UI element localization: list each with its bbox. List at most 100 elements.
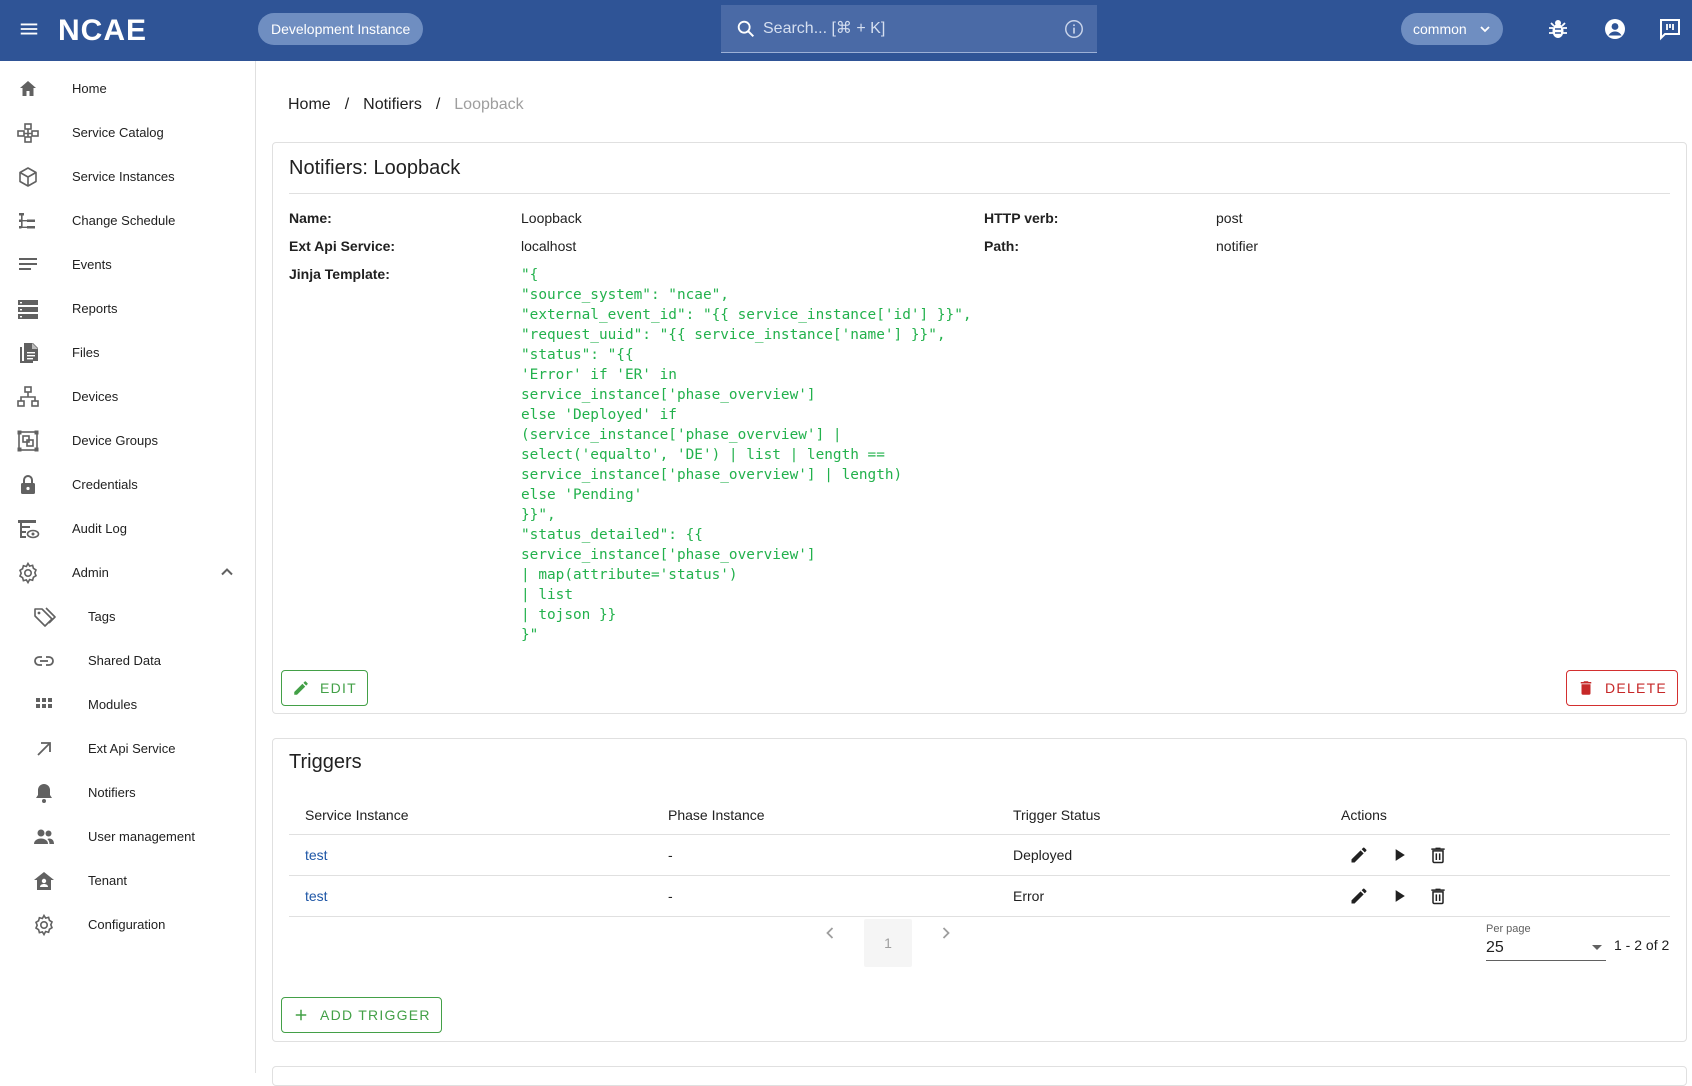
per-page-select[interactable]: 25 — [1486, 935, 1606, 961]
breadcrumb-current: Loopback — [454, 96, 524, 113]
sidebar-item-label: Events — [72, 257, 112, 272]
sidebar-item-change-schedule[interactable]: Change Schedule — [0, 199, 255, 243]
triggers-card: Triggers Service Instance Phase Instance… — [272, 738, 1687, 1042]
feedback-icon[interactable] — [1658, 17, 1682, 41]
column-header: Actions — [1341, 807, 1387, 823]
table-row: test - Error — [289, 876, 1670, 917]
trigger-status-cell: Deployed — [1013, 847, 1073, 863]
account-icon[interactable] — [1603, 17, 1627, 41]
sidebar-item-label: Devices — [72, 389, 119, 404]
sidebar-item-tenant[interactable]: Tenant — [0, 859, 255, 903]
column-header[interactable]: Trigger Status — [1013, 807, 1100, 823]
sidebar-item-ext-api-service[interactable]: Ext Api Service — [0, 727, 255, 771]
triggers-title: Triggers — [289, 751, 362, 773]
phase-instance-cell: - — [668, 847, 673, 863]
breadcrumb-notifiers[interactable]: Notifiers — [363, 96, 422, 114]
http-verb-value: post — [1216, 210, 1243, 226]
sidebar-item-label: User management — [88, 829, 195, 844]
sidebar-item-modules[interactable]: Modules — [0, 683, 255, 727]
home-icon — [20, 81, 36, 96]
sidebar-item-reports[interactable]: Reports — [0, 287, 255, 331]
files-icon — [20, 343, 38, 363]
sidebar-item-label: Change Schedule — [72, 213, 176, 228]
instance-badge: Development Instance — [258, 13, 424, 45]
ext-api-value: localhost — [521, 238, 577, 254]
breadcrumb-home[interactable]: Home — [288, 96, 331, 114]
sidebar-item-configuration[interactable]: Configuration — [0, 903, 255, 947]
sidebar-item-notifiers[interactable]: Notifiers — [0, 771, 255, 815]
sidebar-item-label: Service Instances — [72, 169, 175, 184]
info-icon[interactable] — [1063, 18, 1085, 40]
column-header[interactable]: Service Instance — [305, 807, 409, 823]
breadcrumb: Home / Notifiers / Loopback — [288, 96, 524, 114]
trash-icon[interactable] — [1428, 845, 1448, 865]
schedule-icon — [19, 213, 35, 229]
search-input[interactable] — [763, 15, 1043, 43]
delete-button[interactable]: DELETE — [1566, 670, 1678, 706]
name-label: Name: — [289, 210, 332, 226]
sidebar-item-label: Reports — [72, 301, 118, 316]
tag-icon — [34, 607, 56, 627]
sidebar-item-credentials[interactable]: Credentials — [0, 463, 255, 507]
sidebar-item-audit-log[interactable]: Audit Log — [0, 507, 255, 551]
service-instance-link[interactable]: test — [305, 888, 328, 904]
sidebar-item-admin[interactable]: Admin — [0, 551, 255, 595]
service-instance-link[interactable]: test — [305, 847, 328, 863]
sidebar-item-label: Files — [72, 345, 100, 360]
events-icon — [19, 258, 37, 270]
sidebar-item-label: Device Groups — [72, 433, 158, 448]
edit-button[interactable]: EDIT — [281, 670, 368, 706]
gear-icon — [35, 913, 53, 937]
column-header[interactable]: Phase Instance — [668, 807, 765, 823]
search-icon — [737, 20, 755, 38]
sidebar-item-label: Ext Api Service — [88, 741, 176, 756]
sidebar-item-label: Audit Log — [72, 521, 127, 536]
page-title: Notifiers: Loopback — [289, 157, 461, 179]
path-value: notifier — [1216, 238, 1259, 254]
dropdown-arrow-icon — [1592, 945, 1602, 950]
grid-icon — [36, 698, 52, 708]
sidebar-item-service-instances[interactable]: Service Instances — [0, 155, 255, 199]
sidebar-item-service-catalog[interactable]: Service Catalog — [0, 111, 255, 155]
sidebar-item-shared-data[interactable]: Shared Data — [0, 639, 255, 683]
users-icon — [34, 829, 54, 844]
app-logo[interactable]: NCAE — [58, 14, 147, 48]
cube-icon — [19, 167, 37, 187]
bug-icon[interactable] — [1546, 17, 1570, 41]
edit-button-label: EDIT — [320, 680, 357, 696]
sidebar-item-label: Configuration — [88, 917, 166, 932]
add-trigger-button[interactable]: ADD TRIGGER — [281, 997, 442, 1033]
edit-icon[interactable] — [1349, 845, 1369, 865]
sidebar-item-devices[interactable]: Devices — [0, 375, 255, 419]
sidebar-item-events[interactable]: Events — [0, 243, 255, 287]
devices-icon — [17, 386, 39, 407]
sidebar-item-device-groups[interactable]: Device Groups — [0, 419, 255, 463]
play-icon[interactable] — [1389, 845, 1409, 865]
pagination-page[interactable]: 1 — [864, 919, 912, 967]
table-row: test - Deployed — [289, 835, 1670, 876]
menu-icon[interactable] — [18, 18, 40, 40]
sidebar-nav: Home Service Catalog Service Instances C… — [0, 61, 256, 1073]
play-icon[interactable] — [1389, 886, 1409, 906]
search-field[interactable] — [721, 5, 1097, 53]
sidebar-item-label: Shared Data — [88, 653, 161, 668]
edit-icon[interactable] — [1349, 886, 1369, 906]
sidebar-item-label: Tags — [88, 609, 116, 624]
tenant-select[interactable]: common — [1401, 13, 1503, 45]
title-divider — [289, 193, 1670, 194]
chevron-up-icon[interactable] — [218, 563, 236, 581]
trash-icon[interactable] — [1428, 886, 1448, 906]
chevron-left-icon[interactable] — [820, 923, 840, 943]
chevron-right-icon[interactable] — [936, 923, 956, 943]
audit-log-icon — [18, 520, 40, 539]
pagination-count: 1 - 2 of 2 — [1614, 937, 1670, 953]
sidebar-item-files[interactable]: Files — [0, 331, 255, 375]
device-groups-icon — [17, 430, 39, 452]
sidebar-item-user-management[interactable]: User management — [0, 815, 255, 859]
sidebar-item-label: Tenant — [88, 873, 128, 888]
bell-icon — [36, 784, 52, 803]
trash-icon — [1580, 681, 1592, 695]
sidebar-item-label: Modules — [88, 697, 138, 712]
sidebar-item-home[interactable]: Home — [0, 67, 255, 111]
sidebar-item-tags[interactable]: Tags — [0, 595, 255, 639]
